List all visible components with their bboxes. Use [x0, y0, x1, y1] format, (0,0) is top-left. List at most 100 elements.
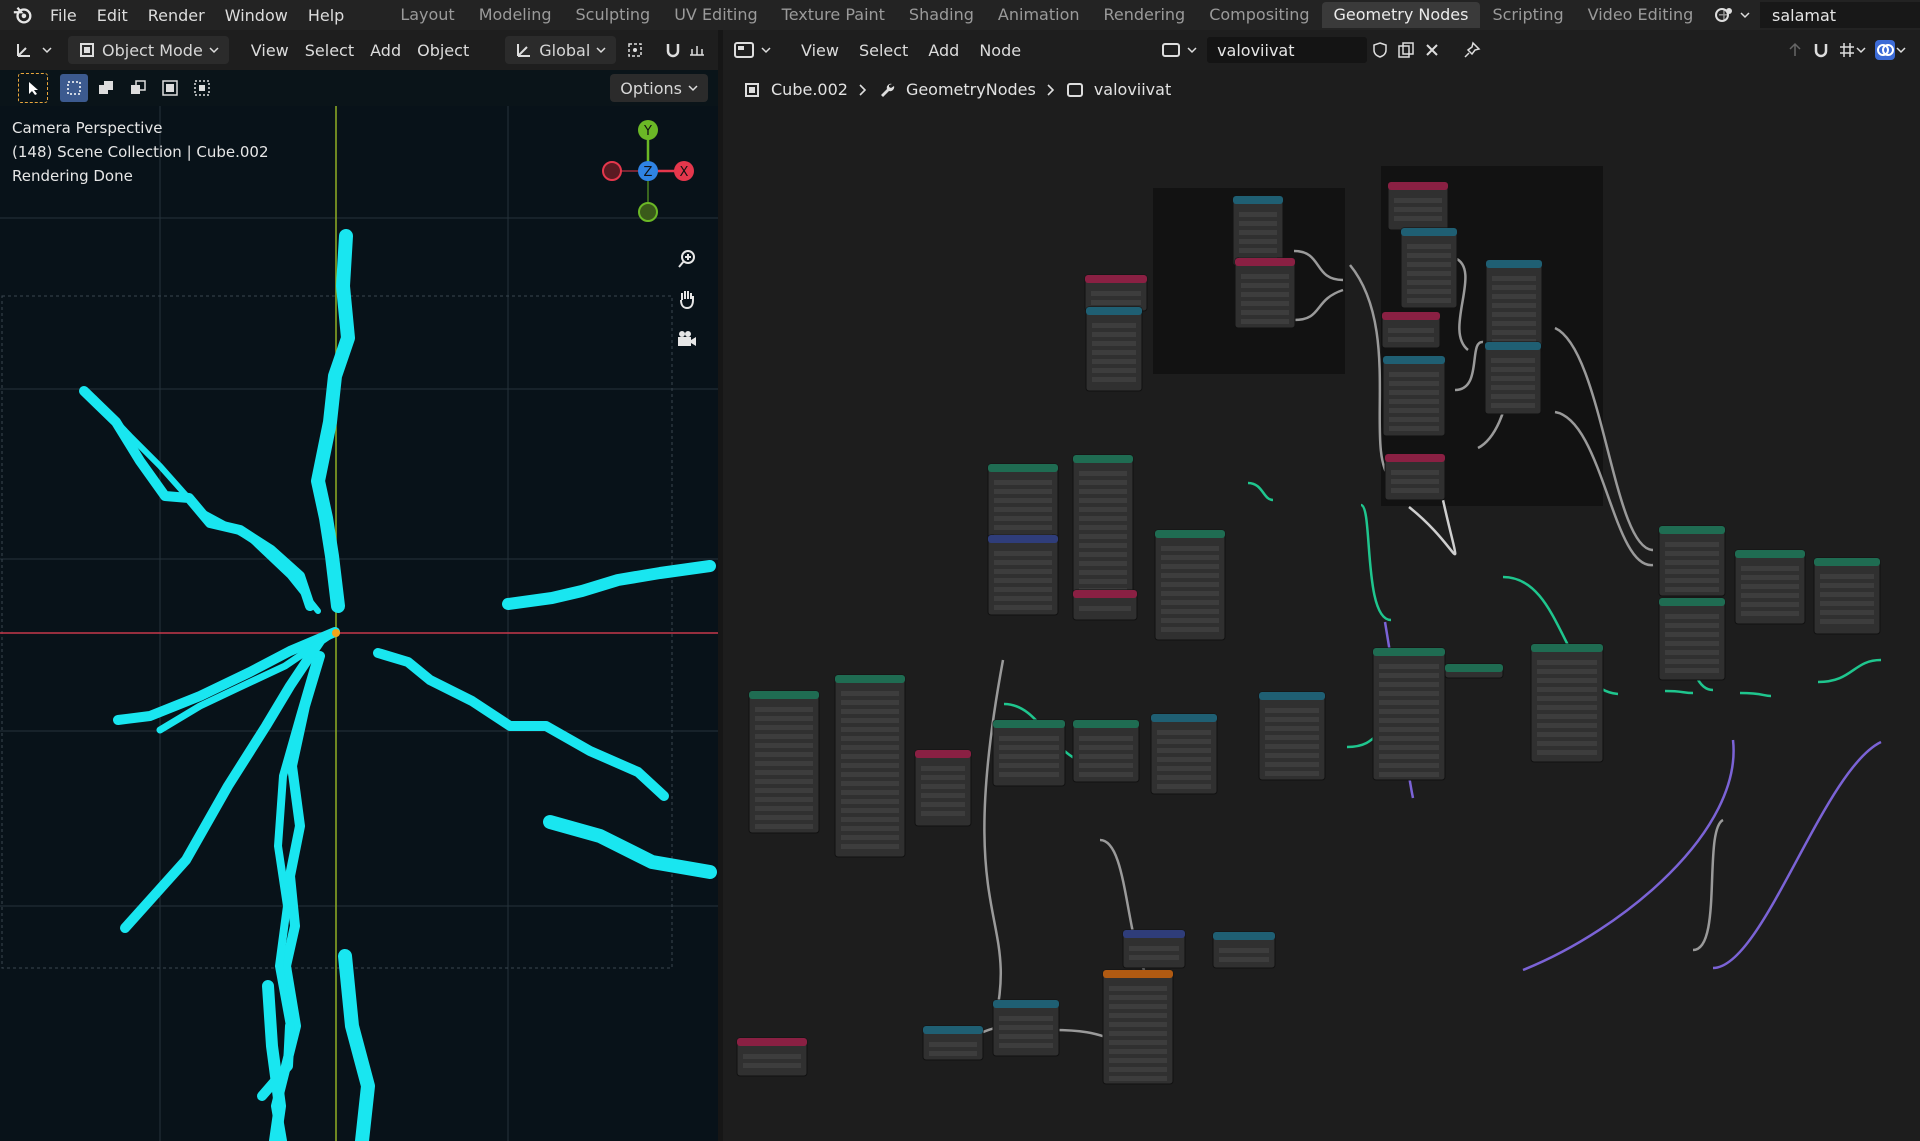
menu-edit[interactable]: Edit [87, 6, 138, 25]
tab-geometry-nodes[interactable]: Geometry Nodes [1321, 2, 1481, 28]
node-box[interactable] [992, 719, 1066, 787]
node-box[interactable] [1150, 713, 1218, 795]
scene-selector[interactable] [1714, 3, 1750, 27]
menu-file[interactable]: File [40, 6, 87, 25]
node-box[interactable] [1372, 647, 1446, 781]
tab-texture-paint[interactable]: Texture Paint [770, 2, 897, 28]
node-box[interactable] [1530, 643, 1604, 763]
node-canvas[interactable] [723, 30, 1920, 1141]
pin-button[interactable] [1459, 37, 1485, 63]
node-box[interactable] [1072, 454, 1134, 608]
node-box[interactable] [1072, 589, 1138, 621]
select-intersect-button[interactable] [188, 74, 216, 102]
zoom-button[interactable] [672, 244, 702, 274]
tab-uv-editing[interactable]: UV Editing [662, 2, 769, 28]
unlink-button[interactable] [1419, 37, 1445, 63]
view-layer-field[interactable]: salamat [1760, 2, 1920, 28]
menu-select[interactable]: Select [297, 41, 362, 60]
node-box[interactable] [987, 534, 1059, 616]
menu-add[interactable]: Add [362, 41, 409, 60]
node-box[interactable] [1382, 355, 1446, 437]
tab-video-editing[interactable]: Video Editing [1576, 2, 1706, 28]
pivot-point-button[interactable] [616, 36, 654, 64]
select-new-button[interactable] [60, 74, 88, 102]
node-box[interactable] [1258, 691, 1326, 781]
tab-scripting[interactable]: Scripting [1480, 2, 1575, 28]
menu-node[interactable]: Node [969, 41, 1031, 60]
menu-help[interactable]: Help [298, 6, 354, 25]
node-box[interactable] [922, 1025, 984, 1061]
blender-logo-icon[interactable] [12, 4, 34, 26]
tab-layout[interactable]: Layout [388, 2, 466, 28]
menu-render[interactable]: Render [138, 6, 215, 25]
node-box[interactable] [1444, 663, 1504, 679]
node-box[interactable] [1234, 257, 1296, 329]
select-invert-button[interactable] [156, 74, 184, 102]
node-box[interactable] [1232, 195, 1284, 267]
select-tool-button[interactable] [18, 73, 48, 103]
menu-view[interactable]: View [791, 41, 849, 60]
editor-type-button[interactable] [723, 36, 777, 64]
menu-select[interactable]: Select [849, 41, 918, 60]
select-extend-button[interactable] [92, 74, 120, 102]
tab-sculpting[interactable]: Sculpting [563, 2, 662, 28]
node-box[interactable] [748, 690, 820, 834]
object-mode-dropdown[interactable]: Object Mode [68, 36, 229, 64]
fake-user-button[interactable] [1367, 37, 1393, 63]
node-box[interactable] [914, 749, 972, 827]
duplicate-button[interactable] [1393, 37, 1419, 63]
select-subtract-button[interactable] [124, 74, 152, 102]
gizmo-neg-y-axis[interactable] [638, 202, 658, 222]
node-box[interactable] [1734, 549, 1806, 625]
snap-button[interactable] [1808, 37, 1834, 63]
node-box[interactable] [1400, 227, 1458, 309]
tab-shading[interactable]: Shading [897, 2, 986, 28]
snap-grid-button[interactable] [1834, 37, 1870, 63]
pan-button[interactable] [672, 284, 702, 314]
viewport-canvas[interactable] [0, 106, 718, 1141]
transform-orientation-dropdown[interactable]: Global [505, 36, 617, 64]
node-tree-name-field[interactable]: valoviivat [1207, 37, 1368, 63]
node-box[interactable] [1658, 525, 1726, 597]
node-box[interactable] [1085, 306, 1143, 392]
node-box[interactable] [1658, 597, 1726, 681]
navigation-gizmo[interactable]: Y X Z [588, 116, 708, 236]
tab-modeling[interactable]: Modeling [467, 2, 564, 28]
overlays-button[interactable] [1870, 37, 1910, 63]
editor-type-button[interactable] [0, 36, 58, 64]
menu-view[interactable]: View [243, 41, 297, 60]
snap-button[interactable] [654, 36, 716, 64]
breadcrumb-object[interactable]: Cube.002 [771, 80, 848, 99]
tab-compositing[interactable]: Compositing [1197, 2, 1321, 28]
3d-viewport[interactable]: Object Mode View Select Add Object Globa… [0, 30, 718, 1141]
node-box[interactable] [1813, 557, 1881, 635]
node-box[interactable] [1381, 311, 1441, 349]
menu-window[interactable]: Window [215, 6, 298, 25]
tab-animation[interactable]: Animation [986, 2, 1092, 28]
node-box[interactable] [1387, 181, 1449, 231]
options-dropdown[interactable]: Options [610, 74, 708, 102]
node-box[interactable] [1212, 931, 1276, 969]
node-box[interactable] [1384, 453, 1446, 501]
node-box[interactable] [987, 463, 1059, 547]
camera-view-button[interactable] [672, 324, 702, 354]
node-box[interactable] [1484, 341, 1542, 415]
breadcrumb-modifier[interactable]: GeometryNodes [906, 80, 1036, 99]
parent-node-tree-button[interactable] [1782, 37, 1808, 63]
node-box[interactable] [1122, 929, 1186, 969]
node-box[interactable] [1485, 259, 1543, 353]
menu-add[interactable]: Add [918, 41, 969, 60]
node-box[interactable] [834, 674, 906, 858]
node-box[interactable] [1072, 719, 1140, 783]
node-box[interactable] [1154, 529, 1226, 641]
gizmo-neg-x-axis[interactable] [602, 161, 622, 181]
node-box[interactable] [992, 999, 1060, 1057]
node-box[interactable] [1102, 969, 1174, 1085]
node-box[interactable] [1084, 274, 1148, 312]
origin-point[interactable] [332, 629, 340, 637]
node-tree-browse-button[interactable] [1151, 36, 1207, 64]
node-box[interactable] [736, 1037, 808, 1077]
node-editor[interactable]: View Select Add Node valoviivat Cube.002… [723, 30, 1920, 1141]
menu-object[interactable]: Object [409, 41, 477, 60]
tab-rendering[interactable]: Rendering [1092, 2, 1198, 28]
